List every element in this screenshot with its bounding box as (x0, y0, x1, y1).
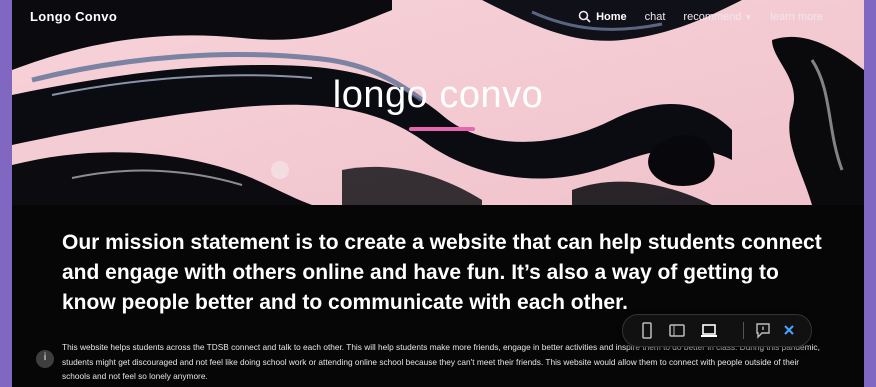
top-nav: Longo Convo Home chat recommend ▼ learn m… (12, 0, 864, 34)
nav-item-recommend-label: recommend (683, 10, 742, 23)
mission-heading: Our mission statement is to create a web… (62, 231, 822, 314)
nav-links: Home chat recommend ▼ learn more (578, 10, 854, 23)
chevron-down-icon: ▼ (744, 12, 753, 22)
laptop-view-icon[interactable] (699, 321, 719, 340)
nav-item-recommend[interactable]: recommend ▼ (683, 11, 752, 23)
search-icon[interactable] (578, 10, 854, 23)
hero-title: longo convo (332, 74, 544, 116)
hero-banner: Longo Convo Home chat recommend ▼ learn m… (12, 0, 864, 205)
site-page: Longo Convo Home chat recommend ▼ learn m… (12, 0, 864, 387)
close-icon[interactable] (779, 321, 799, 340)
nav-item-chat[interactable]: chat (645, 11, 666, 23)
nav-item-learn-more[interactable]: learn more (770, 11, 823, 23)
info-button[interactable]: i (36, 350, 54, 368)
toolbar-divider (743, 322, 744, 339)
phone-view-icon[interactable] (637, 321, 657, 340)
title-underline (409, 127, 475, 131)
site-brand[interactable]: Longo Convo (30, 9, 117, 24)
preview-toolbar (622, 314, 812, 347)
feedback-icon[interactable] (753, 321, 773, 340)
info-icon: i (43, 352, 47, 363)
nav-item-home[interactable]: Home (596, 11, 627, 23)
tablet-view-icon[interactable] (667, 321, 687, 340)
